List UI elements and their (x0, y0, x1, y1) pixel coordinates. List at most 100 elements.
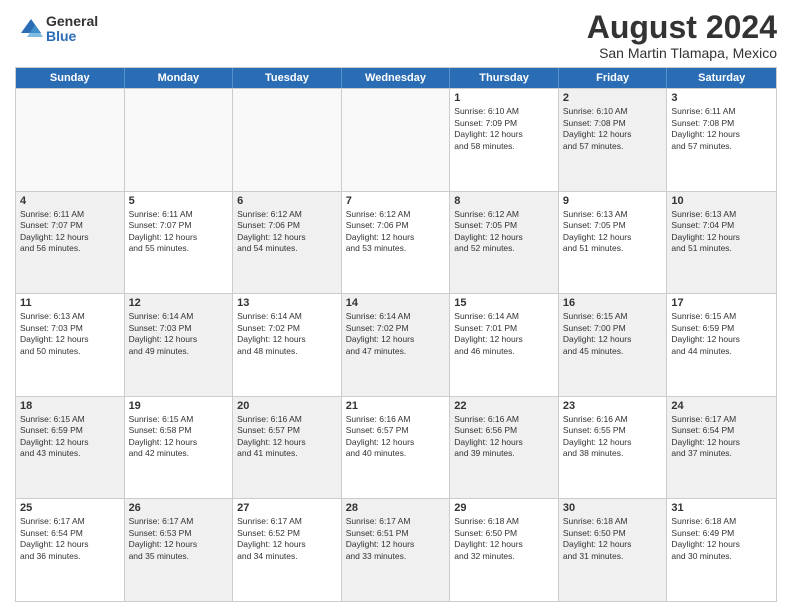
cal-cell-7: 7Sunrise: 6:12 AM Sunset: 7:06 PM Daylig… (342, 192, 451, 294)
cal-cell-empty-2 (233, 89, 342, 191)
day-number: 14 (346, 297, 446, 309)
day-number: 11 (20, 297, 120, 309)
day-info: Sunrise: 6:14 AM Sunset: 7:02 PM Dayligh… (237, 311, 337, 357)
day-info: Sunrise: 6:11 AM Sunset: 7:07 PM Dayligh… (20, 209, 120, 255)
cal-cell-23: 23 Sunrise: 6:16 AM Sunset: 6:55 PM Dayli… (559, 397, 668, 499)
day-info: Sunrise: 6:16 AM Sunset: 6:57 PM Dayligh… (237, 414, 337, 460)
cal-cell-27: 27 Sunrise: 6:17 AM Sunset: 6:52 PM Dayli… (233, 499, 342, 601)
calendar: SundayMondayTuesdayWednesdayThursdayFrid… (15, 67, 777, 602)
day-info: Sunrise: 6:14 AM Sunset: 7:01 PM Dayligh… (454, 311, 554, 357)
week-row-5: 25 Sunrise: 6:17 AM Sunset: 6:54 PM Dayli… (16, 498, 776, 601)
day-number: 5 (129, 195, 229, 207)
day-number: 19 (129, 400, 229, 412)
logo-general: General (46, 14, 98, 29)
day-info: Sunrise: 6:12 AM Sunset: 7:05 PM Dayligh… (454, 209, 554, 255)
day-info: Sunrise: 6:17 AM Sunset: 6:52 PM Dayligh… (237, 516, 337, 562)
day-number: 3 (671, 92, 772, 104)
cal-cell-30: 30Sunrise: 6:18 AM Sunset: 6:50 PM Dayli… (559, 499, 668, 601)
cal-cell-22: 22 Sunrise: 6:16 AM Sunset: 6:56 PM Dayli… (450, 397, 559, 499)
week-row-4: 18 Sunrise: 6:15 AM Sunset: 6:59 PM Dayli… (16, 396, 776, 499)
cal-cell-3: 3Sunrise: 6:11 AM Sunset: 7:08 PM Daylig… (667, 89, 776, 191)
day-info: Sunrise: 6:13 AM Sunset: 7:04 PM Dayligh… (671, 209, 772, 255)
cal-cell-28: 28Sunrise: 6:17 AM Sunset: 6:51 PM Dayli… (342, 499, 451, 601)
cal-cell-20: 20 Sunrise: 6:16 AM Sunset: 6:57 PM Dayli… (233, 397, 342, 499)
calendar-title: August 2024 (587, 10, 777, 45)
day-info: Sunrise: 6:13 AM Sunset: 7:03 PM Dayligh… (20, 311, 120, 357)
day-number: 23 (563, 400, 663, 412)
day-number: 13 (237, 297, 337, 309)
cal-cell-9: 9 Sunrise: 6:13 AM Sunset: 7:05 PM Daylig… (559, 192, 668, 294)
day-number: 8 (454, 195, 554, 207)
day-info: Sunrise: 6:15 AM Sunset: 6:59 PM Dayligh… (20, 414, 120, 460)
day-number: 21 (346, 400, 446, 412)
day-info: Sunrise: 6:11 AM Sunset: 7:07 PM Dayligh… (129, 209, 229, 255)
day-header-monday: Monday (125, 68, 234, 88)
week-row-1: 1 Sunrise: 6:10 AM Sunset: 7:09 PM Daylig… (16, 88, 776, 191)
day-info: Sunrise: 6:17 AM Sunset: 6:54 PM Dayligh… (20, 516, 120, 562)
day-number: 16 (563, 297, 663, 309)
calendar-body: 1 Sunrise: 6:10 AM Sunset: 7:09 PM Daylig… (16, 88, 776, 601)
logo-text: General Blue (46, 14, 98, 45)
cal-cell-empty-0 (16, 89, 125, 191)
day-number: 27 (237, 502, 337, 514)
day-info: Sunrise: 6:14 AM Sunset: 7:02 PM Dayligh… (346, 311, 446, 357)
logo-icon (15, 15, 43, 43)
day-number: 26 (129, 502, 229, 514)
day-number: 22 (454, 400, 554, 412)
day-info: Sunrise: 6:18 AM Sunset: 6:49 PM Dayligh… (671, 516, 772, 562)
page: General Blue August 2024 San Martin Tlam… (0, 0, 792, 612)
day-header-sunday: Sunday (16, 68, 125, 88)
cal-cell-empty-3 (342, 89, 451, 191)
day-number: 28 (346, 502, 446, 514)
day-number: 20 (237, 400, 337, 412)
cal-cell-14: 14 Sunrise: 6:14 AM Sunset: 7:02 PM Dayli… (342, 294, 451, 396)
day-header-friday: Friday (559, 68, 668, 88)
day-info: Sunrise: 6:10 AM Sunset: 7:08 PM Dayligh… (563, 106, 663, 152)
day-number: 2 (563, 92, 663, 104)
cal-cell-2: 2 Sunrise: 6:10 AM Sunset: 7:08 PM Daylig… (559, 89, 668, 191)
cal-cell-16: 16 Sunrise: 6:15 AM Sunset: 7:00 PM Dayli… (559, 294, 668, 396)
day-header-wednesday: Wednesday (342, 68, 451, 88)
day-info: Sunrise: 6:15 AM Sunset: 6:59 PM Dayligh… (671, 311, 772, 357)
logo-blue: Blue (46, 29, 98, 44)
day-number: 10 (671, 195, 772, 207)
day-header-tuesday: Tuesday (233, 68, 342, 88)
cal-cell-17: 17 Sunrise: 6:15 AM Sunset: 6:59 PM Dayli… (667, 294, 776, 396)
day-info: Sunrise: 6:18 AM Sunset: 6:50 PM Dayligh… (454, 516, 554, 562)
day-info: Sunrise: 6:17 AM Sunset: 6:54 PM Dayligh… (671, 414, 772, 460)
cal-cell-24: 24Sunrise: 6:17 AM Sunset: 6:54 PM Dayli… (667, 397, 776, 499)
day-number: 1 (454, 92, 554, 104)
title-block: August 2024 San Martin Tlamapa, Mexico (587, 10, 777, 61)
day-number: 9 (563, 195, 663, 207)
cal-cell-13: 13 Sunrise: 6:14 AM Sunset: 7:02 PM Dayli… (233, 294, 342, 396)
cal-cell-18: 18 Sunrise: 6:15 AM Sunset: 6:59 PM Dayli… (16, 397, 125, 499)
day-info: Sunrise: 6:12 AM Sunset: 7:06 PM Dayligh… (237, 209, 337, 255)
day-info: Sunrise: 6:15 AM Sunset: 7:00 PM Dayligh… (563, 311, 663, 357)
day-info: Sunrise: 6:16 AM Sunset: 6:57 PM Dayligh… (346, 414, 446, 460)
day-number: 12 (129, 297, 229, 309)
day-info: Sunrise: 6:16 AM Sunset: 6:56 PM Dayligh… (454, 414, 554, 460)
day-number: 4 (20, 195, 120, 207)
cal-cell-31: 31 Sunrise: 6:18 AM Sunset: 6:49 PM Dayli… (667, 499, 776, 601)
day-number: 31 (671, 502, 772, 514)
cal-cell-empty-1 (125, 89, 234, 191)
calendar-header: SundayMondayTuesdayWednesdayThursdayFrid… (16, 68, 776, 88)
day-info: Sunrise: 6:10 AM Sunset: 7:09 PM Dayligh… (454, 106, 554, 152)
cal-cell-21: 21 Sunrise: 6:16 AM Sunset: 6:57 PM Dayli… (342, 397, 451, 499)
day-number: 18 (20, 400, 120, 412)
cal-cell-1: 1 Sunrise: 6:10 AM Sunset: 7:09 PM Daylig… (450, 89, 559, 191)
day-number: 30 (563, 502, 663, 514)
day-number: 7 (346, 195, 446, 207)
logo: General Blue (15, 14, 98, 45)
day-info: Sunrise: 6:13 AM Sunset: 7:05 PM Dayligh… (563, 209, 663, 255)
day-info: Sunrise: 6:16 AM Sunset: 6:55 PM Dayligh… (563, 414, 663, 460)
cal-cell-10: 10 Sunrise: 6:13 AM Sunset: 7:04 PM Dayli… (667, 192, 776, 294)
cal-cell-19: 19Sunrise: 6:15 AM Sunset: 6:58 PM Dayli… (125, 397, 234, 499)
cal-cell-25: 25 Sunrise: 6:17 AM Sunset: 6:54 PM Dayli… (16, 499, 125, 601)
cal-cell-5: 5 Sunrise: 6:11 AM Sunset: 7:07 PM Daylig… (125, 192, 234, 294)
day-number: 29 (454, 502, 554, 514)
day-number: 17 (671, 297, 772, 309)
day-number: 25 (20, 502, 120, 514)
week-row-2: 4 Sunrise: 6:11 AM Sunset: 7:07 PM Daylig… (16, 191, 776, 294)
header: General Blue August 2024 San Martin Tlam… (15, 10, 777, 61)
